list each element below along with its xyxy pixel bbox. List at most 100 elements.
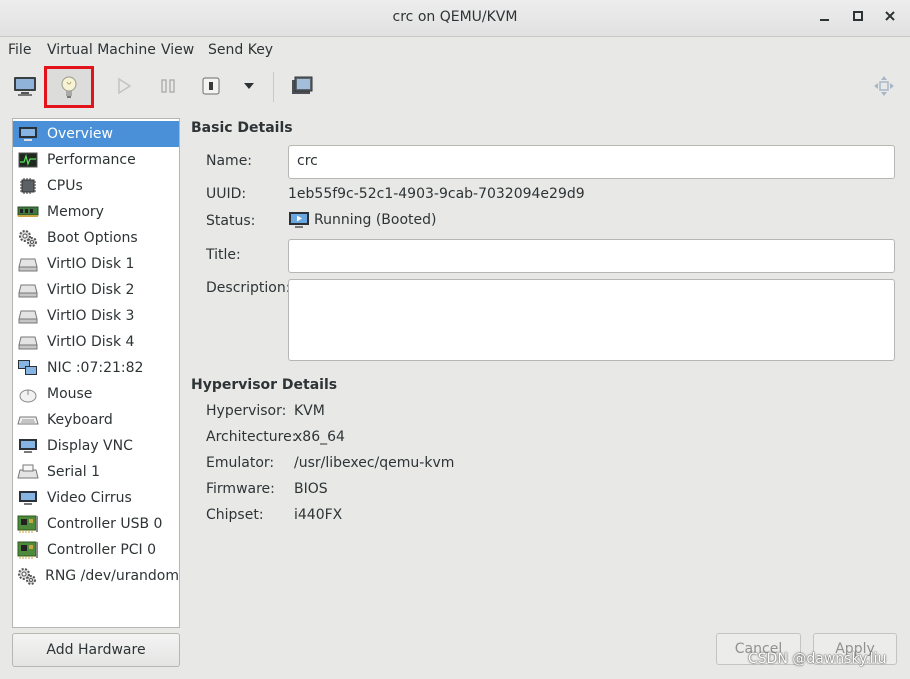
sidebar-item-memory[interactable]: Memory — [13, 199, 179, 225]
uuid-label: UUID: — [206, 186, 247, 202]
sidebar-item-label: Memory — [47, 204, 104, 220]
title-label: Title: — [206, 247, 241, 263]
sidebar-item-label: Overview — [47, 126, 113, 142]
gears-icon — [17, 229, 39, 247]
sidebar-item-label: RNG /dev/urandom — [45, 568, 179, 584]
chipset-label: Chipset: — [206, 507, 264, 523]
snapshots-button[interactable] — [284, 68, 320, 104]
maximize-button[interactable] — [848, 8, 868, 28]
fullscreen-button[interactable] — [866, 68, 902, 104]
sidebar-item-virtio-disk-3[interactable]: VirtIO Disk 3 — [13, 303, 179, 329]
hardware-list: Overview Performance CPUs Memory Boot Op… — [12, 118, 180, 628]
hypervisor-value: KVM — [294, 403, 325, 419]
sidebar-item-controller-pci-0[interactable]: Controller PCI 0 — [13, 537, 179, 563]
menu-bar: File Virtual Machine View Send Key — [0, 37, 910, 64]
serial-port-icon — [17, 463, 39, 481]
sidebar-item-video-cirrus[interactable]: Video Cirrus — [13, 485, 179, 511]
title-bar: crc on QEMU/KVM — [0, 0, 910, 37]
sidebar-item-label: Boot Options — [47, 230, 138, 246]
emulator-label: Emulator: — [206, 455, 275, 471]
minimize-button[interactable] — [815, 8, 835, 28]
architecture-value: x86_64 — [294, 429, 345, 445]
lightbulb-icon — [61, 76, 77, 98]
title-field[interactable] — [288, 239, 895, 273]
sidebar-item-rng[interactable]: RNG /dev/urandom — [13, 563, 179, 589]
sidebar-item-label: VirtIO Disk 2 — [47, 282, 135, 298]
emulator-value: /usr/libexec/qemu-kvm — [294, 455, 455, 471]
hard-disk-icon — [17, 255, 39, 273]
monitor-icon — [17, 125, 39, 143]
status-label: Status: — [206, 213, 256, 229]
sidebar-item-virtio-disk-1[interactable]: VirtIO Disk 1 — [13, 251, 179, 277]
name-label: Name: — [206, 153, 253, 169]
cpu-chip-icon — [17, 177, 39, 195]
menu-view[interactable]: View — [161, 42, 194, 58]
performance-graph-icon — [17, 151, 39, 169]
sidebar-item-label: VirtIO Disk 1 — [47, 256, 135, 272]
sidebar-item-label: NIC :07:21:82 — [47, 360, 144, 376]
toolbar — [0, 64, 910, 108]
menu-virtual-machine[interactable]: Virtual Machine — [47, 42, 156, 58]
uuid-value: 1eb55f9c-52c1-4903-9cab-7032094e29d9 — [288, 186, 585, 202]
gears-icon — [17, 567, 37, 585]
maximize-icon — [853, 11, 863, 21]
menu-file[interactable]: File — [8, 42, 31, 58]
firmware-value: BIOS — [294, 481, 328, 497]
controller-card-icon — [17, 515, 39, 533]
monitor-icon — [14, 77, 36, 96]
window-title: crc on QEMU/KVM — [392, 9, 518, 25]
hypervisor-label: Hypervisor: — [206, 403, 287, 419]
firmware-label: Firmware: — [206, 481, 275, 497]
chevron-down-icon — [244, 83, 254, 89]
shutdown-button[interactable] — [193, 68, 229, 104]
running-monitor-icon — [289, 212, 309, 228]
architecture-label: Architecture: — [206, 429, 297, 445]
sidebar-item-label: VirtIO Disk 4 — [47, 334, 135, 350]
toolbar-separator — [273, 72, 274, 102]
display-icon — [17, 437, 39, 455]
sidebar-item-label: Keyboard — [47, 412, 113, 428]
controller-card-icon — [17, 541, 39, 559]
chipset-value: i440FX — [294, 507, 343, 523]
shutdown-menu-button[interactable] — [231, 68, 267, 104]
sidebar-item-label: Controller PCI 0 — [47, 542, 157, 558]
sidebar-item-serial-1[interactable]: Serial 1 — [13, 459, 179, 485]
sidebar-item-controller-usb-0[interactable]: Controller USB 0 — [13, 511, 179, 537]
description-label: Description: — [206, 280, 291, 296]
sidebar-item-label: Controller USB 0 — [47, 516, 163, 532]
sidebar-item-mouse[interactable]: Mouse — [13, 381, 179, 407]
hard-disk-icon — [17, 333, 39, 351]
close-button[interactable] — [880, 8, 900, 28]
move-arrows-icon — [874, 76, 894, 96]
sidebar-item-cpus[interactable]: CPUs — [13, 173, 179, 199]
hard-disk-icon — [17, 281, 39, 299]
snapshot-icon — [292, 76, 313, 94]
details-button[interactable] — [44, 66, 94, 108]
watermark: CSDN @dawnsky.liu — [748, 651, 887, 667]
power-icon — [202, 77, 220, 95]
sidebar-item-virtio-disk-2[interactable]: VirtIO Disk 2 — [13, 277, 179, 303]
sidebar-item-boot-options[interactable]: Boot Options — [13, 225, 179, 251]
sidebar-item-label: Video Cirrus — [47, 490, 132, 506]
run-button[interactable] — [106, 68, 142, 104]
sidebar-item-label: Performance — [47, 152, 136, 168]
keyboard-icon — [17, 411, 39, 429]
sidebar-item-virtio-disk-4[interactable]: VirtIO Disk 4 — [13, 329, 179, 355]
sidebar-item-nic[interactable]: NIC :07:21:82 — [13, 355, 179, 381]
sidebar-item-performance[interactable]: Performance — [13, 147, 179, 173]
sidebar-item-overview[interactable]: Overview — [13, 121, 179, 147]
sidebar-item-label: CPUs — [47, 178, 83, 194]
name-field[interactable]: crc — [288, 145, 895, 179]
basic-details-heading: Basic Details — [191, 120, 293, 136]
minimize-icon — [820, 19, 829, 21]
play-icon — [118, 77, 132, 95]
sidebar-item-display-vnc[interactable]: Display VNC — [13, 433, 179, 459]
add-hardware-button[interactable]: Add Hardware — [12, 633, 180, 667]
description-field[interactable] — [288, 279, 895, 361]
graphical-console-button[interactable] — [7, 68, 43, 104]
mouse-icon — [17, 385, 39, 403]
sidebar-item-keyboard[interactable]: Keyboard — [13, 407, 179, 433]
menu-send-key[interactable]: Send Key — [208, 42, 273, 58]
hypervisor-details-heading: Hypervisor Details — [191, 377, 338, 393]
pause-button[interactable] — [150, 68, 186, 104]
